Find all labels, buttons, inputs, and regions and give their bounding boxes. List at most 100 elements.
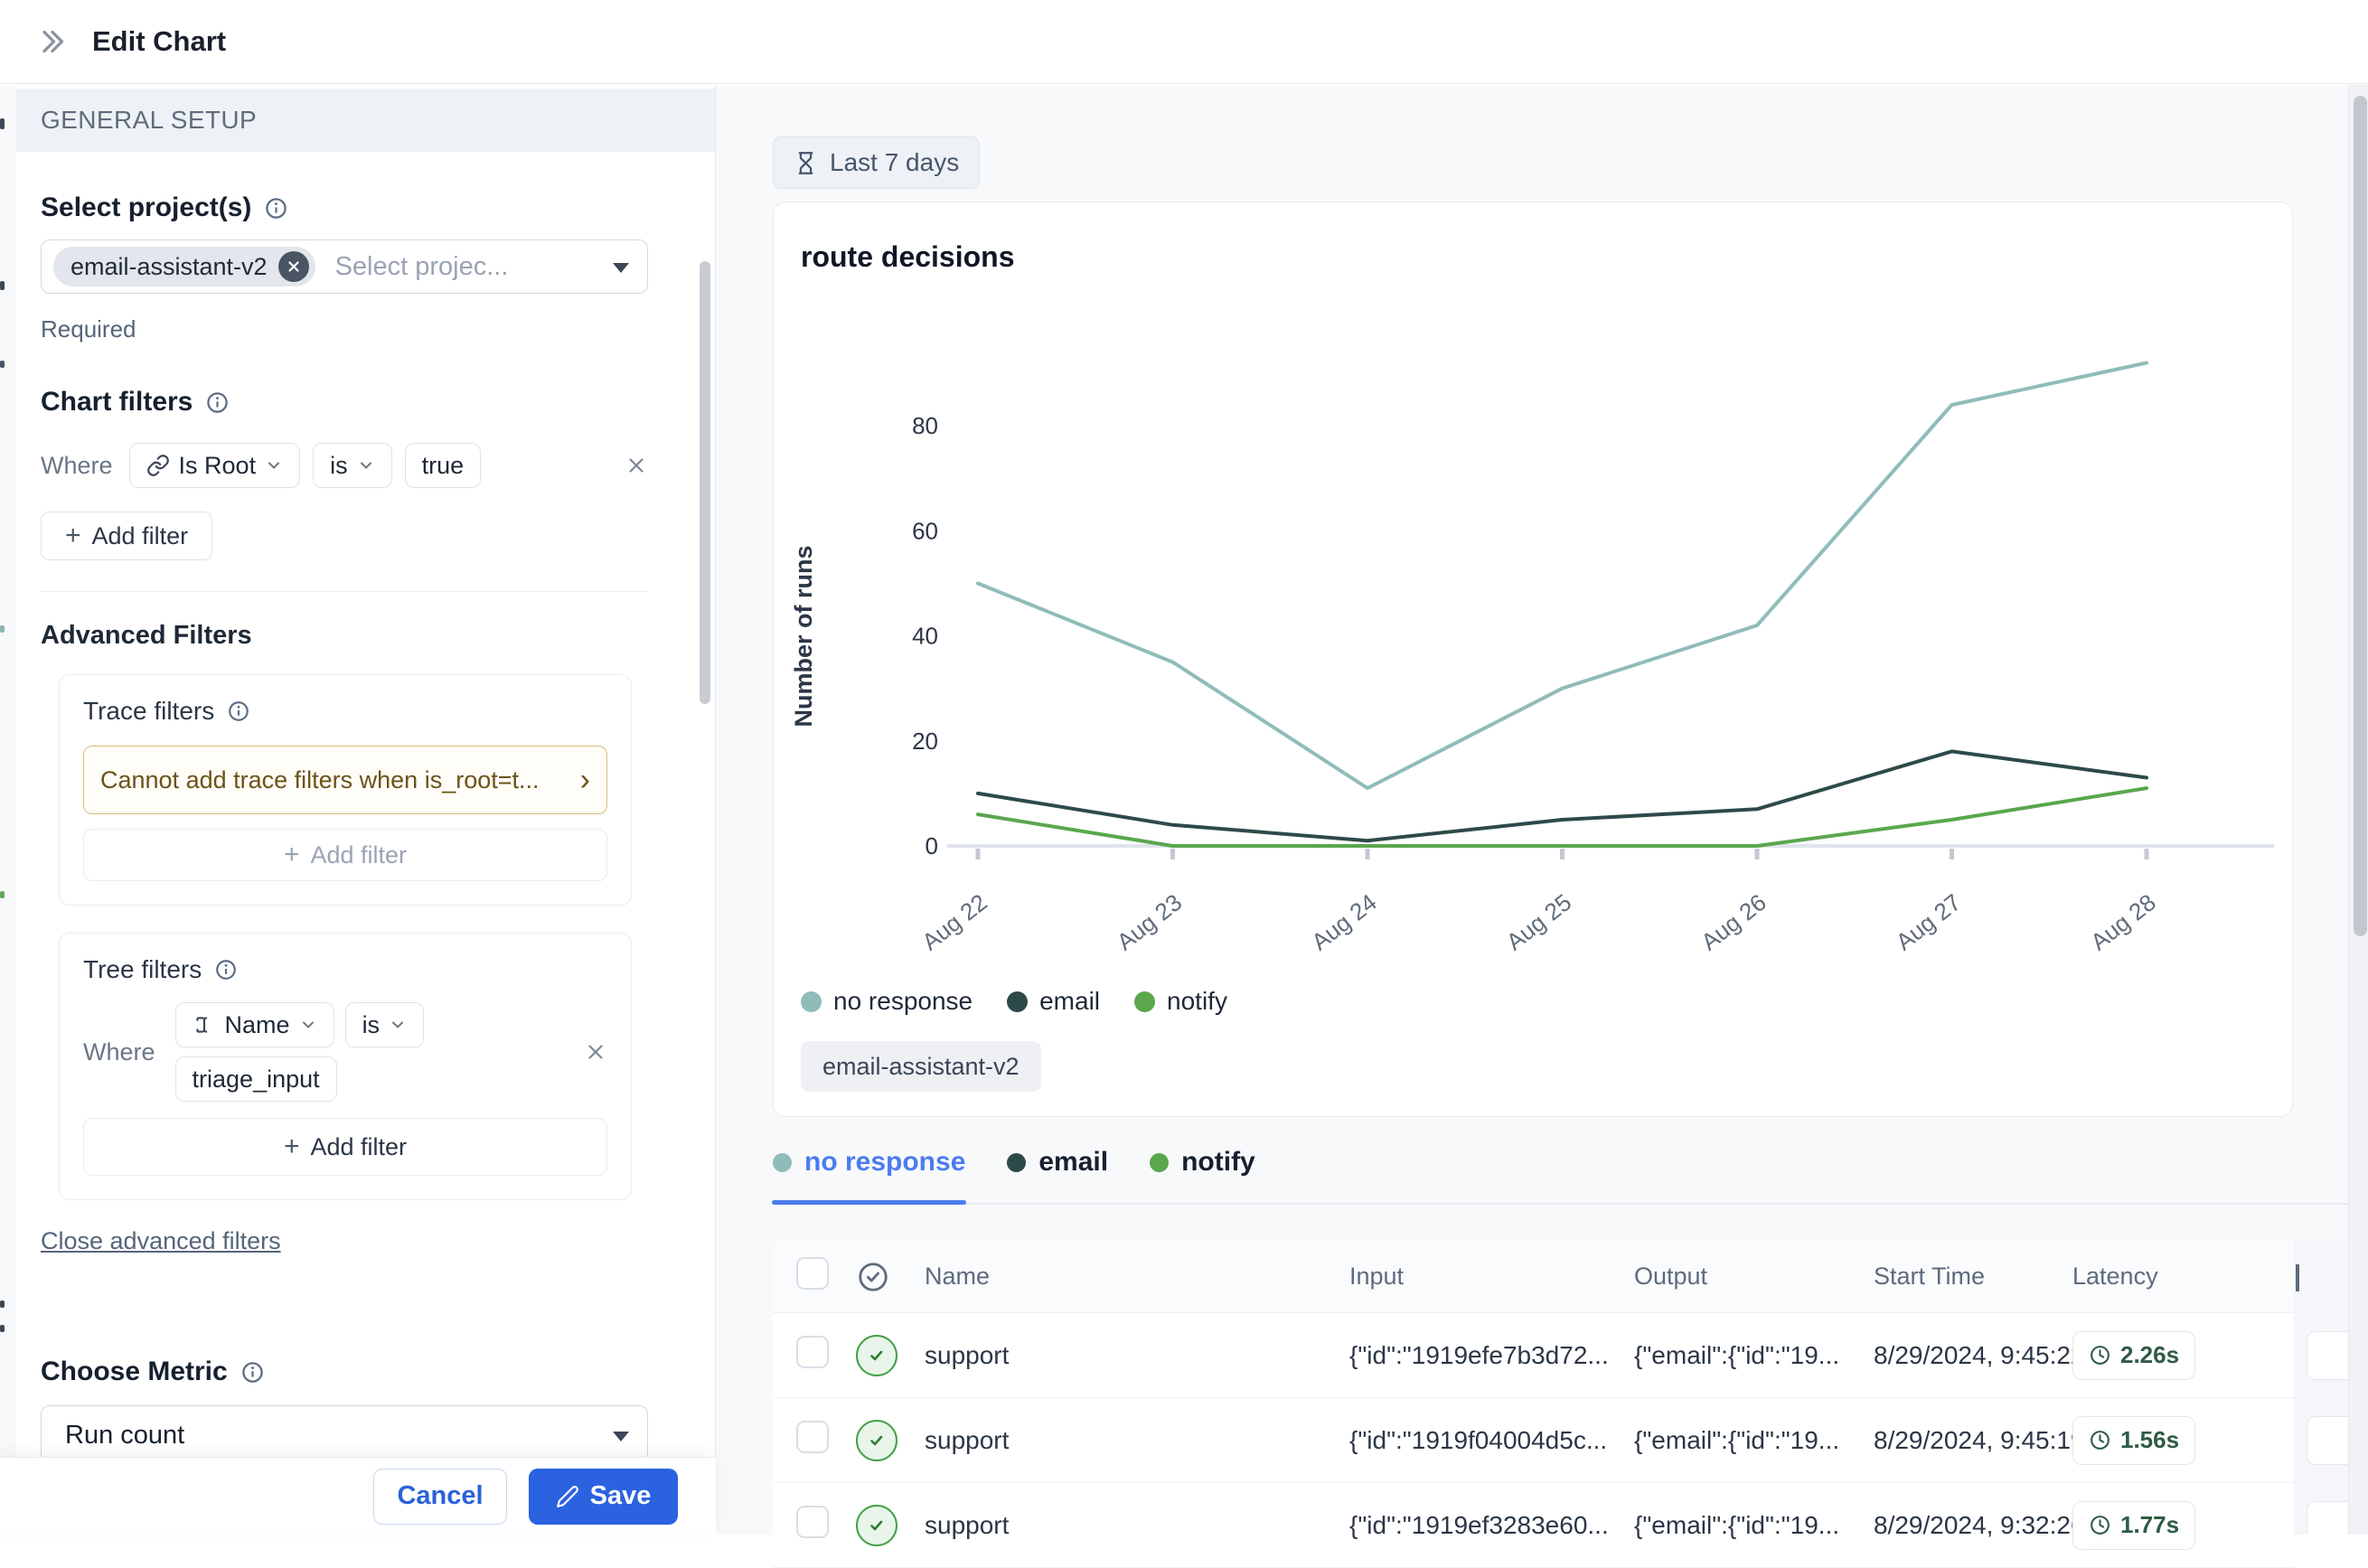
general-setup-panel: GENERAL SETUP Select project(s) email-as…: [16, 85, 716, 1535]
clipped-column-header: [2296, 1264, 2299, 1291]
page-scrollbar-thumb[interactable]: [2354, 96, 2367, 936]
chart-filters-label: Chart filters: [41, 387, 648, 418]
series-dot-green: [1150, 1153, 1169, 1172]
remove-project-icon[interactable]: [278, 251, 309, 282]
divider: [41, 591, 648, 592]
clock-icon: [2089, 1429, 2111, 1451]
table-row[interactable]: support {"id":"1919ef3283e60... {"email"…: [773, 1483, 2294, 1568]
metric-select[interactable]: Run count: [41, 1405, 648, 1457]
legend-item-no-response[interactable]: no response: [801, 987, 973, 1016]
header-output[interactable]: Output: [1634, 1263, 1874, 1291]
tree-value-label: triage_input: [193, 1066, 320, 1094]
add-tree-filter-button[interactable]: + Add filter: [83, 1118, 607, 1176]
trace-filters-warning-text: Cannot add trace filters when is_root=t.…: [100, 766, 540, 794]
select-projects-label-text: Select project(s): [41, 192, 251, 223]
svg-text:0: 0: [926, 832, 938, 859]
cell-output: {"email":{"id":"19...: [1634, 1511, 1874, 1540]
clipped-badge: [2307, 1501, 2348, 1535]
add-filter-label: Add filter: [92, 522, 189, 550]
trace-filters-warning[interactable]: Cannot add trace filters when is_root=t.…: [83, 746, 607, 814]
info-icon[interactable]: [227, 699, 250, 723]
info-icon[interactable]: [264, 196, 288, 221]
svg-text:80: 80: [912, 412, 938, 439]
metric-select-value: Run count: [65, 1421, 184, 1451]
header-input[interactable]: Input: [1349, 1263, 1634, 1291]
tree-field-button[interactable]: Name: [175, 1002, 334, 1047]
remove-filter-icon[interactable]: [625, 454, 648, 477]
panel-scrollbar[interactable]: [700, 261, 710, 704]
header-latency[interactable]: Latency: [2072, 1263, 2294, 1291]
filter-operator-label: is: [330, 452, 348, 480]
check-circle-icon: [856, 1260, 890, 1294]
filter-field-label: Is Root: [179, 452, 257, 480]
info-icon[interactable]: [214, 958, 238, 981]
tree-field-label: Name: [225, 1011, 290, 1039]
add-chart-filter-button[interactable]: + Add filter: [41, 512, 212, 560]
plus-icon: +: [284, 1133, 300, 1160]
info-icon[interactable]: [205, 390, 230, 415]
tab-no-response[interactable]: no response: [773, 1147, 965, 1203]
cell-start-time: 8/29/2024, 9:32:26...: [1874, 1511, 2072, 1540]
remove-tree-filter-icon[interactable]: [584, 1040, 607, 1064]
success-status-icon: [856, 1505, 897, 1546]
project-select[interactable]: email-assistant-v2 Select projec...: [41, 239, 648, 294]
svg-text:Aug 28: Aug 28: [2085, 888, 2160, 955]
row-checkbox[interactable]: [796, 1506, 829, 1538]
svg-text:Number of runs: Number of runs: [790, 545, 817, 727]
project-chip-label: email-assistant-v2: [70, 253, 268, 281]
latency-badge: 1.77s: [2072, 1501, 2195, 1550]
tree-filters-label-text: Tree filters: [83, 955, 202, 984]
collapse-drawer-icon[interactable]: [36, 25, 69, 58]
chevron-down-icon: [389, 1016, 407, 1034]
success-status-icon: [856, 1335, 897, 1376]
chart-project-chip: email-assistant-v2: [801, 1041, 1041, 1092]
trace-filters-card: Trace filters Cannot add trace filters w…: [59, 674, 632, 906]
table-row[interactable]: support {"id":"1919f04004d5c... {"email"…: [773, 1398, 2294, 1483]
choose-metric-label: Choose Metric: [41, 1357, 648, 1387]
select-all-checkbox[interactable]: [796, 1257, 829, 1290]
svg-text:Aug 23: Aug 23: [1112, 888, 1187, 955]
series-tabs: no response email notify: [773, 1147, 2348, 1205]
tab-email[interactable]: email: [1007, 1147, 1108, 1203]
where-label: Where: [41, 452, 113, 480]
chart-preview-area: Last 7 days route decisions 806040200Aug…: [716, 85, 2368, 1535]
legend-item-email[interactable]: email: [1007, 987, 1100, 1016]
drawer-footer: Cancel Save: [0, 1457, 716, 1535]
save-button[interactable]: Save: [529, 1469, 678, 1525]
section-general-setup: GENERAL SETUP: [16, 89, 715, 152]
legend-label: no response: [833, 987, 973, 1016]
project-select-placeholder: Select projec...: [335, 252, 509, 282]
tab-label: email: [1038, 1147, 1108, 1178]
close-advanced-filters-link[interactable]: Close advanced filters: [41, 1227, 281, 1255]
chevron-down-icon: [299, 1016, 317, 1034]
tab-notify[interactable]: notify: [1150, 1147, 1255, 1203]
choose-metric-label-text: Choose Metric: [41, 1357, 228, 1387]
tree-operator-button[interactable]: is: [345, 1002, 425, 1047]
project-chip[interactable]: email-assistant-v2: [53, 247, 315, 286]
chevron-down-icon: [265, 456, 283, 474]
cell-output: {"email":{"id":"19...: [1634, 1426, 1874, 1455]
page-scrollbar[interactable]: [2348, 85, 2368, 1535]
select-projects-label: Select project(s): [41, 192, 648, 223]
info-icon[interactable]: [240, 1360, 265, 1385]
row-checkbox[interactable]: [796, 1336, 829, 1368]
cell-name: support: [925, 1511, 1349, 1540]
header-start-time[interactable]: Start Time: [1874, 1263, 2072, 1291]
filter-operator-button[interactable]: is: [313, 443, 392, 488]
time-range-chip[interactable]: Last 7 days: [773, 136, 980, 189]
chevron-down-icon: [357, 456, 375, 474]
cell-name: support: [925, 1341, 1349, 1370]
row-checkbox[interactable]: [796, 1421, 829, 1453]
add-trace-filter-button[interactable]: + Add filter: [83, 829, 607, 881]
tree-filters-label: Tree filters: [83, 955, 607, 984]
filter-field-button[interactable]: Is Root: [129, 443, 301, 488]
chart-card: route decisions 806040200Aug 22Aug 23Aug…: [773, 202, 2293, 1117]
table-row[interactable]: support {"id":"1919efe7b3d72... {"email"…: [773, 1313, 2294, 1398]
filter-value-button[interactable]: true: [405, 443, 482, 488]
cancel-button[interactable]: Cancel: [373, 1469, 507, 1525]
tree-value-button[interactable]: triage_input: [175, 1056, 337, 1102]
legend-item-notify[interactable]: notify: [1134, 987, 1227, 1016]
tab-label: notify: [1181, 1147, 1255, 1178]
text-cursor-icon: [193, 1013, 216, 1037]
header-name[interactable]: Name: [925, 1263, 1349, 1291]
